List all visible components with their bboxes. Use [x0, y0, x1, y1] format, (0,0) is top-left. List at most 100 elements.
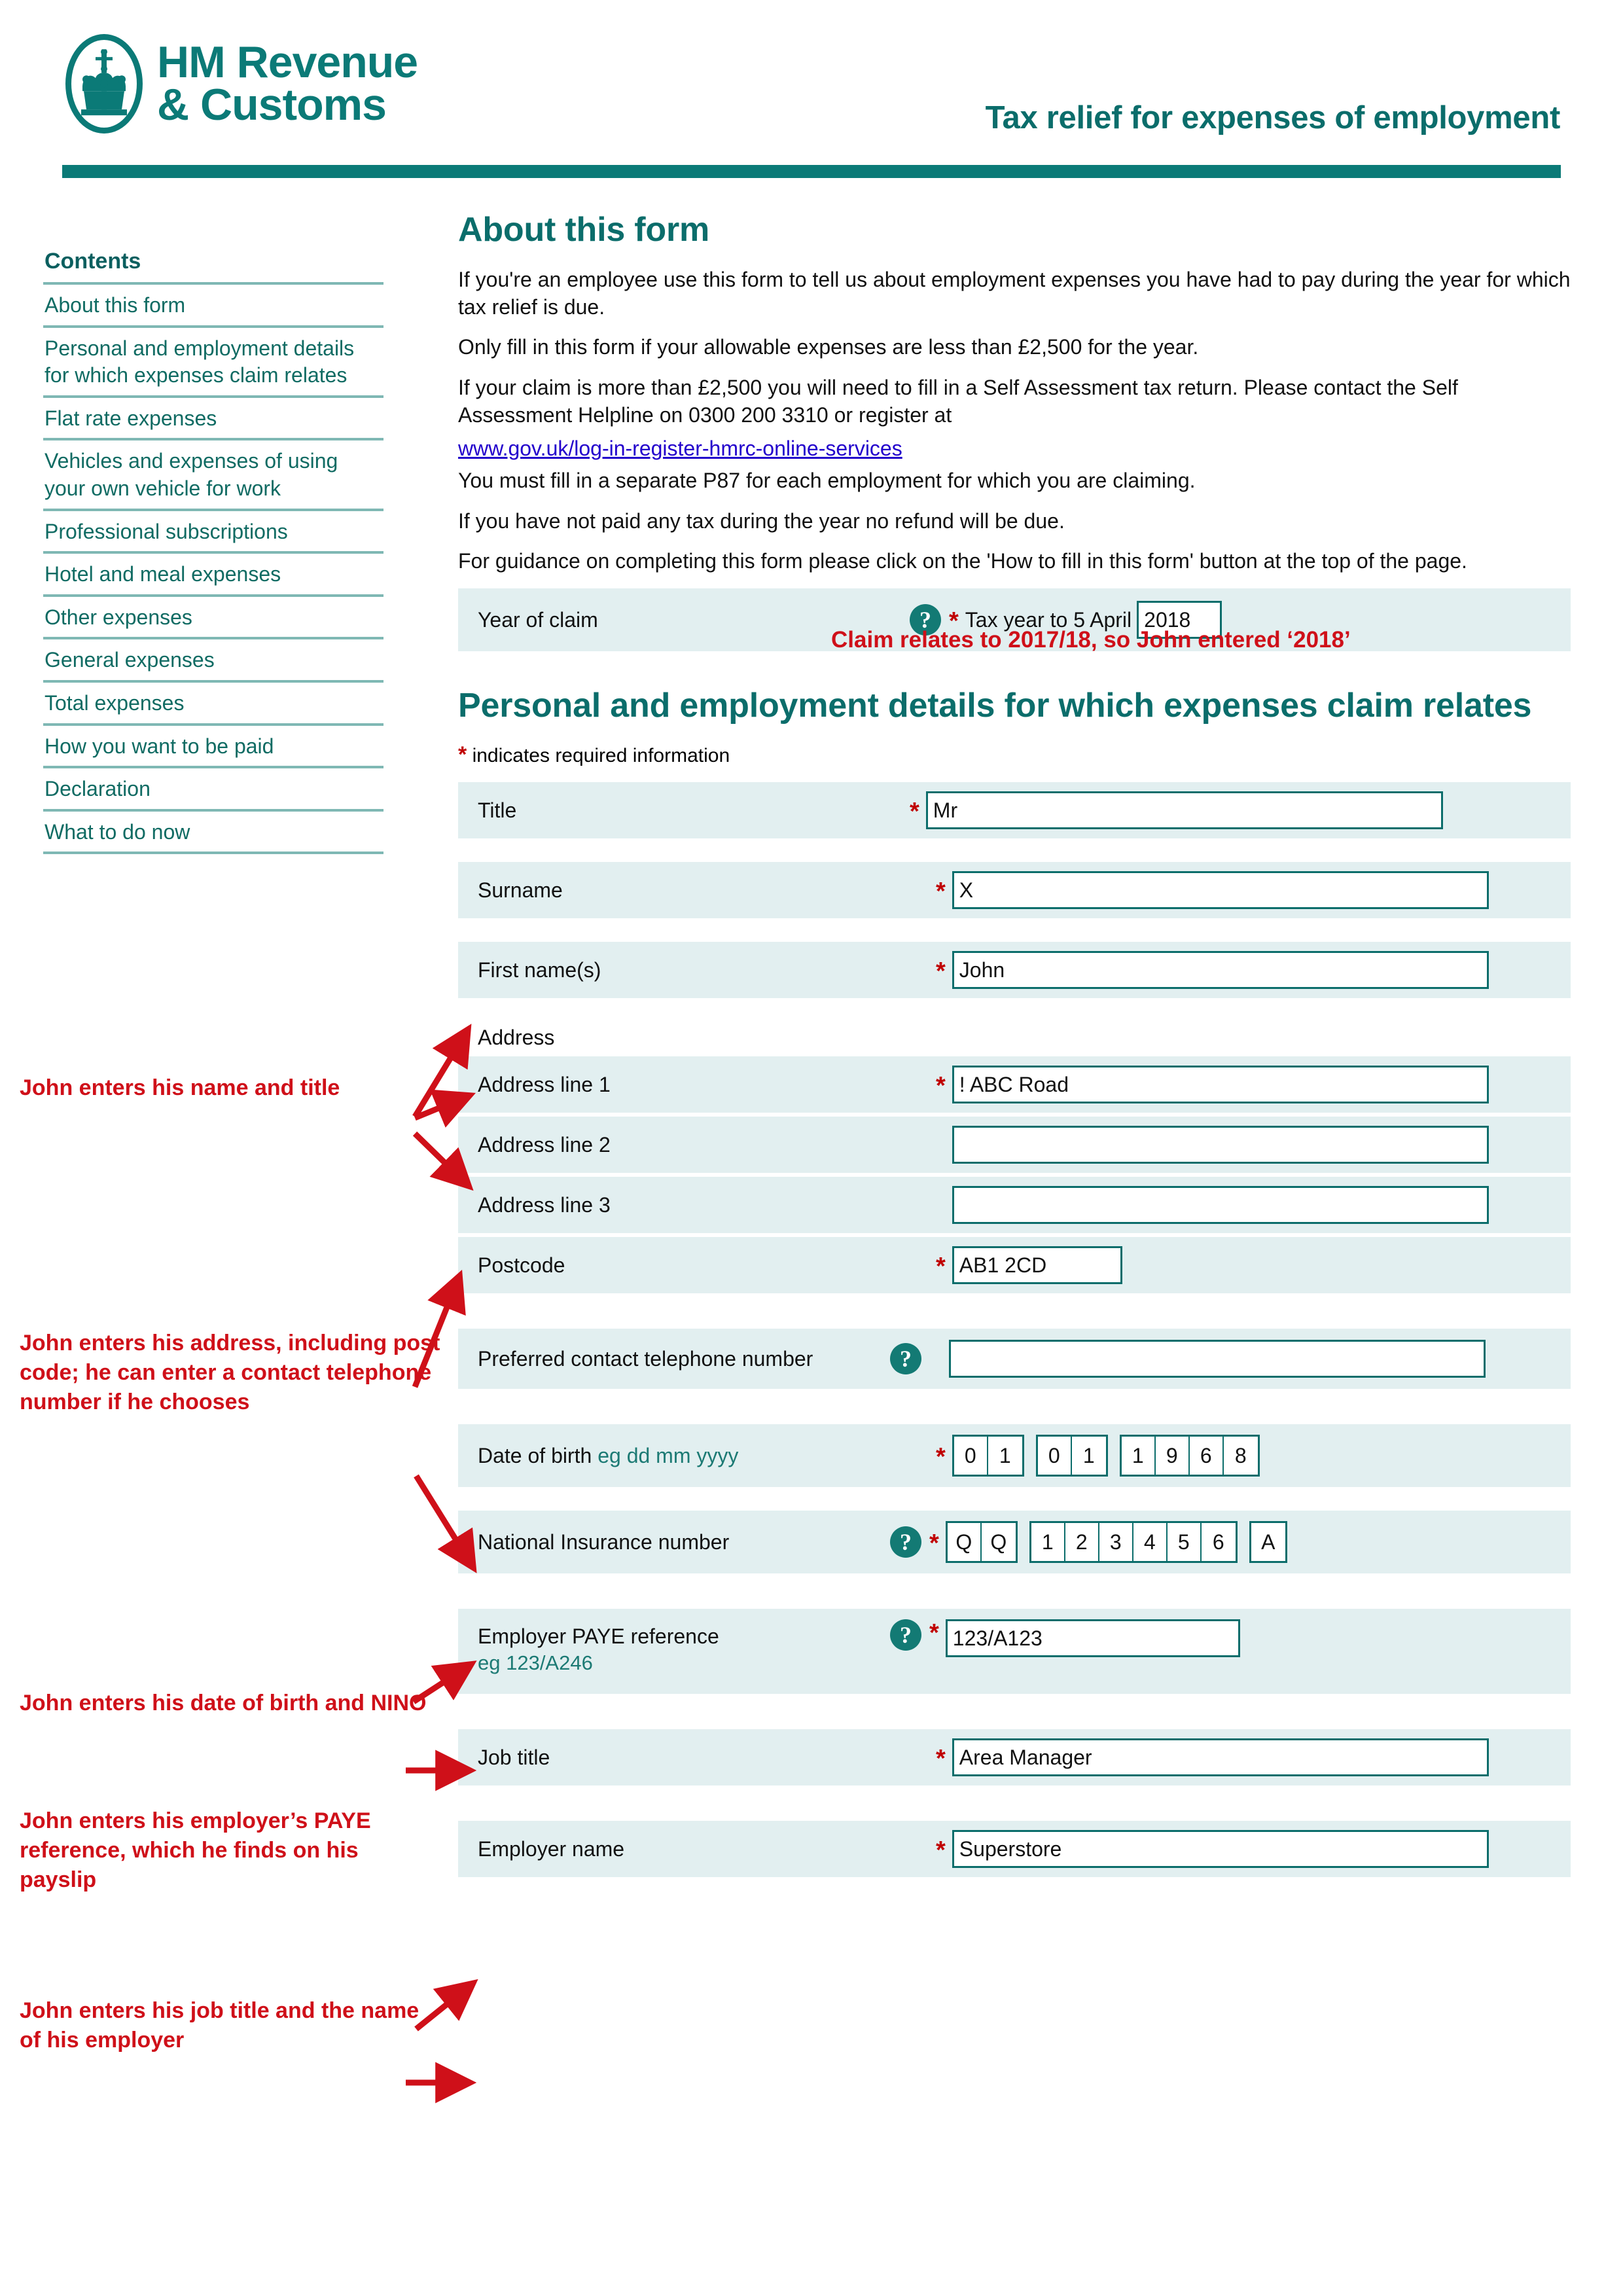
required-information-note: * indicates required information	[458, 742, 1571, 768]
nino-prefix-group: Q Q	[945, 1521, 1018, 1564]
date-of-birth-row: Date of birth eg dd mm yyyy * 0 1 0 1 1 …	[458, 1424, 1571, 1488]
title-row: Title * Mr	[458, 782, 1571, 839]
surname-label: Surname	[478, 878, 563, 902]
nino-digit-3[interactable]: 3	[1099, 1523, 1133, 1562]
dob-year-digit-2[interactable]: 9	[1156, 1437, 1190, 1475]
page-header: HM Revenue & Customs Tax relief for expe…	[0, 0, 1623, 178]
logo-line-1: HM Revenue	[157, 37, 418, 87]
annotation-year-of-claim: Claim relates to 2017/18, so John entere…	[831, 627, 1351, 653]
phone-controls: ?	[890, 1329, 1571, 1389]
about-paragraph-3: If your claim is more than £2,500 you wi…	[458, 376, 1458, 427]
date-of-birth-hint: eg dd mm yyyy	[597, 1443, 739, 1467]
dob-month-digit-2[interactable]: 1	[1072, 1437, 1106, 1475]
nino-suffix-char[interactable]: A	[1251, 1523, 1285, 1561]
sidebar-item-how-you-want-to-be-paid[interactable]: How you want to be paid	[43, 726, 383, 766]
required-indicator: *	[929, 1530, 939, 1558]
nino-digit-6[interactable]: 6	[1202, 1523, 1236, 1561]
sidebar-item-vehicles-and-expenses[interactable]: Vehicles and expenses of using your own …	[43, 440, 383, 508]
question-mark-icon[interactable]: ?	[890, 1619, 921, 1651]
employer-paye-label-text: Employer PAYE reference	[478, 1624, 719, 1649]
sidebar-item-professional-subscriptions[interactable]: Professional subscriptions	[43, 511, 383, 552]
required-indicator: *	[910, 798, 919, 826]
about-paragraph-6: For guidance on completing this form ple…	[458, 549, 1467, 573]
main-content: About this form If you're an employee us…	[458, 211, 1571, 1886]
hmrc-online-services-link[interactable]: www.gov.uk/log-in-register-hmrc-online-s…	[458, 437, 902, 461]
annotation-name: John enters his name and title	[20, 1075, 340, 1100]
sidebar-item-flat-rate-expenses[interactable]: Flat rate expenses	[43, 398, 383, 439]
title-controls: * Mr	[910, 782, 1571, 838]
postcode-label: Postcode	[478, 1253, 565, 1277]
sidebar-item-total-expenses[interactable]: Total expenses	[43, 683, 383, 723]
address-line-1-label: Address line 1	[478, 1072, 611, 1096]
job-title-input[interactable]: Area Manager	[952, 1738, 1489, 1777]
required-indicator: *	[936, 958, 946, 986]
dob-month-digit-1[interactable]: 0	[1038, 1437, 1072, 1475]
postcode-input[interactable]: AB1 2CD	[952, 1246, 1122, 1285]
sidebar-item-general-expenses[interactable]: General expenses	[43, 639, 383, 680]
about-paragraph-4: You must fill in a separate P87 for each…	[458, 469, 1196, 493]
surname-controls: * X	[936, 862, 1571, 918]
about-paragraph-5: If you have not paid any tax during the …	[458, 509, 1065, 533]
sidebar-item-hotel-and-meal-expenses[interactable]: Hotel and meal expenses	[43, 554, 383, 594]
sidebar-item-declaration[interactable]: Declaration	[43, 768, 383, 809]
employer-paye-hint: eg 123/A246	[478, 1651, 593, 1675]
firstname-input[interactable]: John	[952, 951, 1489, 990]
phone-row: Preferred contact telephone number ?	[458, 1329, 1571, 1390]
postcode-controls: * AB1 2CD	[936, 1237, 1571, 1293]
dob-year-digit-3[interactable]: 6	[1190, 1437, 1224, 1475]
surname-input[interactable]: X	[952, 871, 1489, 910]
job-title-row: Job title * Area Manager	[458, 1729, 1571, 1786]
contents-sidebar: Contents About this form Personal and em…	[43, 249, 383, 855]
address-line-2-controls: *	[936, 1117, 1571, 1173]
firstname-controls: * John	[936, 942, 1571, 998]
personal-details-heading: Personal and employment details for whic…	[458, 687, 1532, 725]
postcode-row: Postcode * AB1 2CD	[458, 1237, 1571, 1294]
required-indicator: *	[936, 1837, 946, 1865]
employer-paye-input[interactable]: 123/A123	[945, 1619, 1240, 1658]
required-indicator: *	[936, 1443, 946, 1471]
phone-input[interactable]	[949, 1340, 1486, 1378]
address-line-2-input[interactable]	[952, 1126, 1489, 1164]
question-mark-icon[interactable]: ?	[890, 1526, 921, 1558]
sidebar-item-about-this-form[interactable]: About this form	[43, 285, 383, 325]
dob-year-digit-1[interactable]: 1	[1122, 1437, 1156, 1475]
address-line-3-input[interactable]	[952, 1186, 1489, 1225]
contents-heading: Contents	[45, 249, 141, 274]
dob-day-group: 0 1	[952, 1435, 1024, 1477]
dob-day-digit-2[interactable]: 1	[988, 1437, 1022, 1475]
phone-label: Preferred contact telephone number	[478, 1346, 813, 1371]
nino-digit-1[interactable]: 1	[1031, 1523, 1065, 1562]
address-line-1-row: Address line 1 * ! ABC Road	[458, 1056, 1571, 1113]
required-indicator: *	[936, 878, 946, 906]
question-mark-icon[interactable]: ?	[890, 1343, 921, 1375]
date-of-birth-controls: * 0 1 0 1 1 9 6 8	[936, 1424, 1571, 1487]
annotation-address: John enters his address, including post …	[20, 1331, 440, 1414]
national-insurance-row: National Insurance number ? * Q Q 1 2 3 …	[458, 1511, 1571, 1574]
address-line-1-input[interactable]: ! ABC Road	[952, 1066, 1489, 1104]
date-of-birth-label: Date of birth eg dd mm yyyy	[478, 1444, 738, 1468]
address-line-3-row: Address line 3 *	[458, 1177, 1571, 1234]
nino-prefix-char-1[interactable]: Q	[948, 1523, 982, 1562]
employer-name-input[interactable]: Superstore	[952, 1830, 1489, 1869]
dob-year-digit-4[interactable]: 8	[1224, 1437, 1258, 1475]
employer-name-label: Employer name	[478, 1837, 625, 1861]
sidebar-item-what-to-do-now[interactable]: What to do now	[43, 812, 383, 852]
sidebar-item-other-expenses[interactable]: Other expenses	[43, 597, 383, 637]
employer-name-row: Employer name * Superstore	[458, 1821, 1571, 1878]
dob-day-digit-1[interactable]: 0	[954, 1437, 988, 1475]
nino-digit-4[interactable]: 4	[1133, 1523, 1168, 1562]
dob-month-group: 0 1	[1035, 1435, 1108, 1477]
employer-paye-label: Employer PAYE reference eg 123/A246	[478, 1624, 719, 1675]
nino-prefix-char-2[interactable]: Q	[982, 1523, 1016, 1561]
title-input[interactable]: Mr	[925, 791, 1443, 830]
sidebar-item-personal-and-employment-details[interactable]: Personal and employment details for whic…	[43, 328, 383, 395]
divider	[43, 852, 383, 855]
national-insurance-label: National Insurance number	[478, 1530, 730, 1554]
hmrc-wordmark: HM Revenue & Customs	[157, 37, 418, 128]
employer-name-controls: * Superstore	[936, 1821, 1571, 1877]
about-paragraph-2: Only fill in this form if your allowable…	[458, 335, 1199, 359]
national-insurance-controls: ? * Q Q 1 2 3 4 5 6 A	[890, 1511, 1571, 1573]
nino-digit-2[interactable]: 2	[1065, 1523, 1099, 1562]
nino-digit-5[interactable]: 5	[1168, 1523, 1202, 1562]
required-indicator: *	[936, 1253, 946, 1281]
